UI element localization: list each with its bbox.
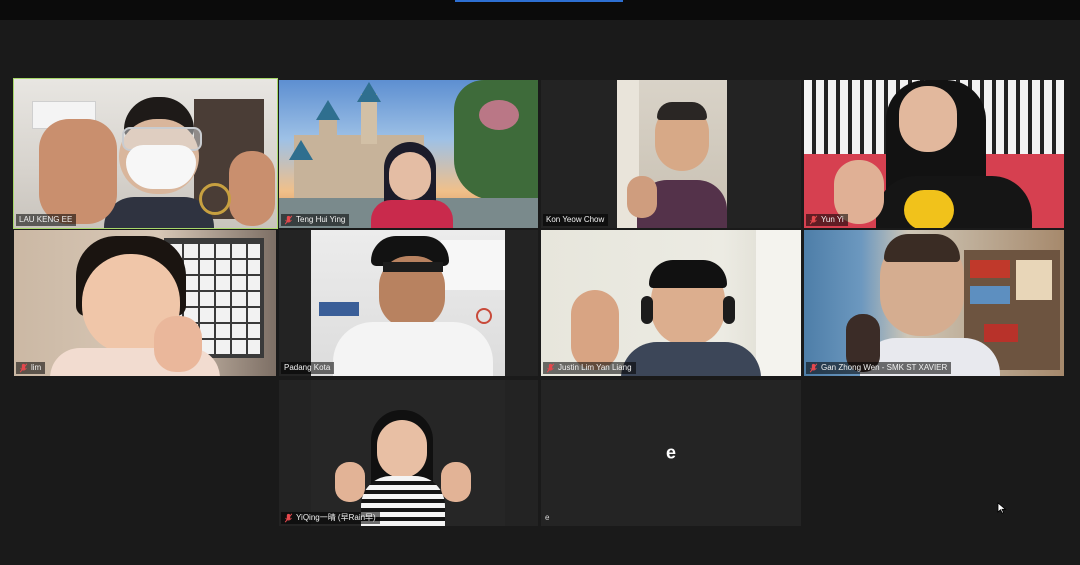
video-feed xyxy=(311,230,505,376)
participant-name-tag: LAU KENG EE xyxy=(16,214,77,226)
participant-name-tag: Teng Hui Ying xyxy=(281,214,350,226)
participant-name: LAU KENG EE xyxy=(19,215,73,224)
participant-name-tag: Gan Zhong Wen - SMK ST XAVIER xyxy=(806,362,952,374)
participant-name-tag: YiQing一晴 (早Rain早) xyxy=(281,512,380,524)
video-feed xyxy=(617,80,727,228)
participant-name-tag: Justin Lim Yan Liang xyxy=(543,362,636,374)
participant-name: Yun Yi xyxy=(821,215,844,224)
participant-name: Justin Lim Yan Liang xyxy=(558,363,632,372)
muted-mic-icon xyxy=(284,215,293,225)
video-tile-e[interactable]: e e xyxy=(541,380,801,526)
video-tile-lim[interactable]: lim xyxy=(14,230,276,376)
participant-name: Padang Kota xyxy=(284,363,331,372)
video-tile-gan-zhong-wen[interactable]: Gan Zhong Wen - SMK ST XAVIER xyxy=(804,230,1064,376)
video-tile-justin-lim-yan-liang[interactable]: Justin Lim Yan Liang xyxy=(541,230,801,376)
participant-name-tag: Padang Kota xyxy=(281,362,335,374)
participant-name: Kon Yeow Chow xyxy=(546,215,605,224)
video-feed xyxy=(541,230,801,376)
participant-name: YiQing一晴 (早Rain早) xyxy=(296,513,376,522)
participant-name: e xyxy=(545,513,550,522)
muted-mic-icon xyxy=(19,363,28,373)
video-feed xyxy=(311,380,505,526)
participant-initial: e xyxy=(665,442,676,463)
muted-mic-icon xyxy=(284,513,293,523)
video-tile-lau-keng-ee[interactable]: LAU KENG EE xyxy=(13,78,278,229)
video-tile-yun-yi[interactable]: Yun Yi xyxy=(804,80,1064,228)
participant-name-tag: Yun Yi xyxy=(806,214,848,226)
video-tile-yiqing[interactable]: YiQing一晴 (早Rain早) xyxy=(279,380,538,526)
screen-share-indicator xyxy=(455,0,623,2)
participant-name-tag: lim xyxy=(16,362,46,374)
video-tile-teng-hui-ying[interactable]: Teng Hui Ying xyxy=(279,80,538,228)
participant-name: Gan Zhong Wen - SMK ST XAVIER xyxy=(821,363,948,372)
video-feed xyxy=(804,230,1064,376)
meeting-top-bar xyxy=(0,0,1080,20)
muted-mic-icon xyxy=(546,363,555,373)
participant-name-tag: Kon Yeow Chow xyxy=(543,214,609,226)
muted-mic-icon xyxy=(809,215,818,225)
video-tile-kon-yeow-chow[interactable]: Kon Yeow Chow xyxy=(541,80,801,228)
video-feed xyxy=(14,79,277,228)
video-tile-padang-kota[interactable]: Padang Kota xyxy=(279,230,538,376)
video-feed xyxy=(804,80,1064,228)
video-feed xyxy=(14,230,276,376)
participant-name: Teng Hui Ying xyxy=(296,215,346,224)
participant-name: lim xyxy=(31,363,42,372)
mouse-cursor-icon xyxy=(997,502,1007,514)
video-feed xyxy=(279,80,538,228)
muted-mic-icon xyxy=(809,363,818,373)
